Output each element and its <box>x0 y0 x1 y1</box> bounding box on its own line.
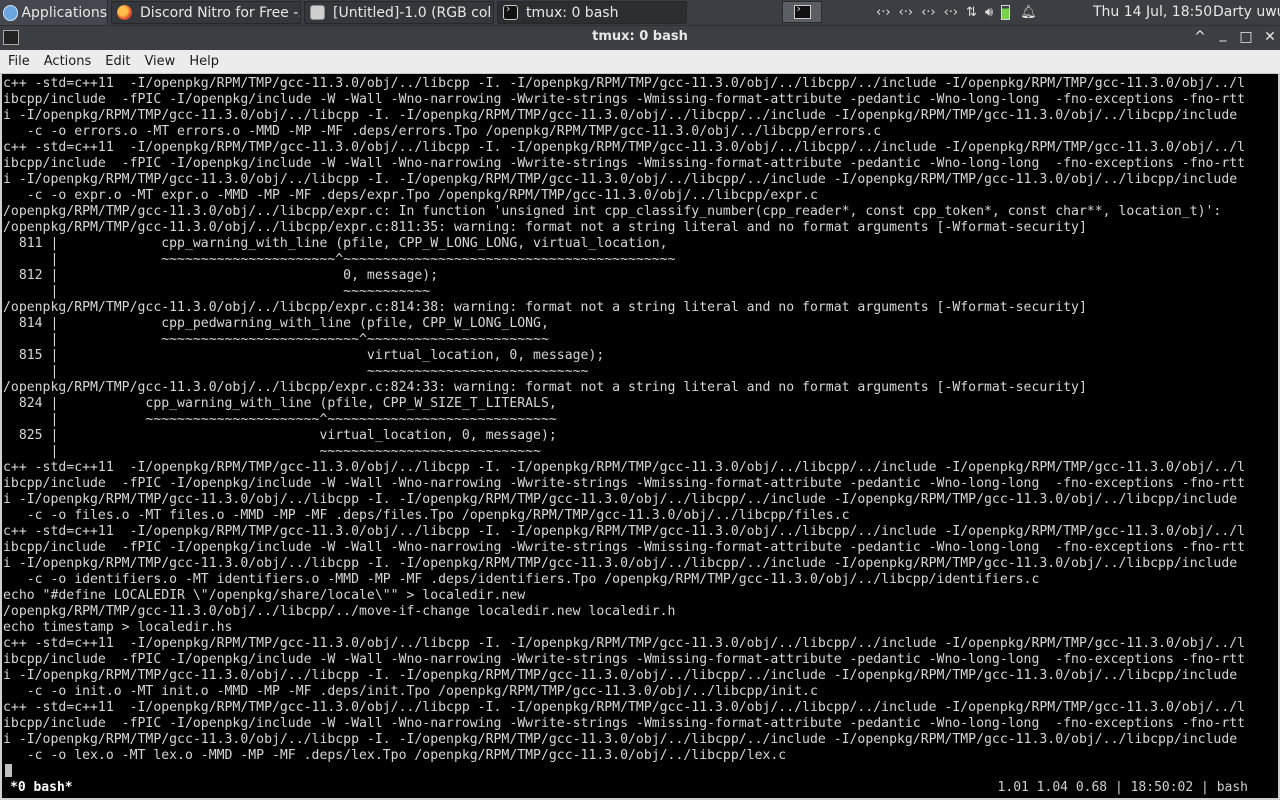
terminal-line: 812 | 0, message); <box>3 268 439 283</box>
window-switcher-button[interactable] <box>782 1 822 23</box>
taskbar-item-label: Discord Nitro for Free -... <box>140 4 301 21</box>
tmux-window-tab[interactable]: *0 bash* <box>10 780 73 795</box>
terminal-line: | ~~~~~~~~~~~~~~~~~~~~~~~~~^~~~~~~~~~~~~… <box>3 332 549 347</box>
volume-icon[interactable]: 🔊︎ <box>985 5 993 20</box>
terminal-line: 811 | cpp_warning_with_line (pfile, CPP_… <box>3 236 668 251</box>
terminal-line: c++ -std=c++11 -I/openpkg/RPM/TMP/gcc-11… <box>3 460 1246 475</box>
terminal-line: | ~~~~~~~~~~~~~~~~~~~~~~~~~~~~ <box>3 364 589 379</box>
terminal-line: ibcpp/include -fPIC -I/openpkg/include -… <box>3 652 1246 667</box>
applications-menu-button[interactable]: Applications <box>0 0 108 25</box>
terminal-line: c++ -std=c++11 -I/openpkg/RPM/TMP/gcc-11… <box>3 700 1246 715</box>
terminal-line: ibcpp/include -fPIC -I/openpkg/include -… <box>3 92 1246 107</box>
menu-help[interactable]: Help <box>183 54 225 69</box>
terminal-icon <box>503 2 518 20</box>
maximize-button[interactable]: □ <box>1238 29 1254 45</box>
terminal-line: /openpkg/RPM/TMP/gcc-11.3.0/obj/../libcp… <box>3 604 676 619</box>
gimp-icon <box>310 5 325 20</box>
terminal-line: i -I/openpkg/RPM/TMP/gcc-11.3.0/obj/../l… <box>3 492 1238 507</box>
terminal-line: | ~~~~~~~~~~~~~~~~~~~~~~~~~~~~ <box>3 444 541 459</box>
terminal-line: ibcpp/include -fPIC -I/openpkg/include -… <box>3 540 1246 555</box>
terminal-line: -c -o init.o -MT init.o -MMD -MP -MF .de… <box>3 684 818 699</box>
terminal-icon <box>793 2 811 19</box>
terminal-line: i -I/openpkg/RPM/TMP/gcc-11.3.0/obj/../l… <box>3 172 1238 187</box>
top-panel: Applications Discord Nitro for Free -...… <box>0 0 1280 25</box>
network-icon[interactable]: ‹·› <box>944 5 959 20</box>
terminal-output[interactable]: c++ -std=c++11 -I/openpkg/RPM/TMP/gcc-11… <box>0 74 1280 778</box>
terminal-line: /openpkg/RPM/TMP/gcc-11.3.0/obj/../libcp… <box>3 204 1222 219</box>
bell-icon[interactable]: 🔔︎ <box>1020 5 1037 20</box>
terminal-line: ibcpp/include -fPIC -I/openpkg/include -… <box>3 716 1246 731</box>
clock[interactable]: Thu 14 Jul, 18:50 <box>1093 4 1212 20</box>
taskbar-item-label: [Untitled]-1.0 (RGB col... <box>333 4 494 21</box>
terminal-line: ibcpp/include -fPIC -I/openpkg/include -… <box>3 476 1246 491</box>
menu-actions[interactable]: Actions <box>38 54 98 69</box>
terminal-line: i -I/openpkg/RPM/TMP/gcc-11.3.0/obj/../l… <box>3 108 1238 123</box>
network-icon[interactable]: ‹·› <box>899 5 914 20</box>
taskbar-item-label: tmux: 0 bash <box>526 4 619 21</box>
menu-file[interactable]: File <box>2 54 36 69</box>
firefox-icon <box>117 5 132 20</box>
battery-icon[interactable] <box>1001 5 1011 20</box>
terminal-line: -c -o identifiers.o -MT identifiers.o -M… <box>3 572 1040 587</box>
terminal-line: -c -o errors.o -MT errors.o -MMD -MP -MF… <box>3 124 882 139</box>
terminal-line: echo timestamp > localedir.hs <box>3 620 233 635</box>
terminal-line: c++ -std=c++11 -I/openpkg/RPM/TMP/gcc-11… <box>3 140 1246 155</box>
terminal-line: /openpkg/RPM/TMP/gcc-11.3.0/obj/../libcp… <box>3 380 1087 395</box>
terminal-line: 824 | cpp_warning_with_line (pfile, CPP_… <box>3 396 557 411</box>
terminal-line: echo "#define LOCALEDIR \"/openpkg/share… <box>3 588 526 603</box>
menu-bar: File Actions Edit View Help <box>0 50 1280 74</box>
window-titlebar[interactable]: tmux: 0 bash ^ _ □ ✕ <box>0 25 1280 50</box>
terminal-line: -c -o expr.o -MT expr.o -MMD -MP -MF .de… <box>3 188 818 203</box>
terminal-line: | ~~~~~~~~~~~~~~~~~~~~~~^~~~~~~~~~~~~~~~… <box>3 412 557 427</box>
menu-edit[interactable]: Edit <box>99 54 136 69</box>
terminal-line: 814 | cpp_pedwarning_with_line (pfile, C… <box>3 316 549 331</box>
terminal-line: c++ -std=c++11 -I/openpkg/RPM/TMP/gcc-11… <box>3 636 1246 651</box>
user-menu[interactable]: Darty uwu <box>1213 4 1280 20</box>
terminal-line: c++ -std=c++11 -I/openpkg/RPM/TMP/gcc-11… <box>3 524 1246 539</box>
terminal-line: /openpkg/RPM/TMP/gcc-11.3.0/obj/../libcp… <box>3 300 1087 315</box>
terminal-cursor <box>5 764 12 777</box>
terminal-line: 815 | virtual_location, 0, message); <box>3 348 605 363</box>
menu-view[interactable]: View <box>138 54 181 69</box>
taskbar-item-gimp[interactable]: [Untitled]-1.0 (RGB col... <box>304 1 494 24</box>
tmux-status-right: 1.01 1.04 0.68 | 18:50:02 | bash <box>997 780 1248 795</box>
terminal-line: | ~~~~~~~~~~~ <box>3 284 431 299</box>
window-title: tmux: 0 bash <box>592 29 688 44</box>
terminal-lines: c++ -std=c++11 -I/openpkg/RPM/TMP/gcc-11… <box>3 76 1278 764</box>
terminal-line: ibcpp/include -fPIC -I/openpkg/include -… <box>3 156 1246 171</box>
tmux-status-bar: *0 bash* 1.01 1.04 0.68 | 18:50:02 | bas… <box>0 778 1280 798</box>
terminal-line: /openpkg/RPM/TMP/gcc-11.3.0/obj/../libcp… <box>3 220 1087 235</box>
system-tray: ‹·› ‹·› ‹·› ‹·› ⇅ 🔊︎ 🔔︎ <box>876 0 1045 25</box>
terminal-line: i -I/openpkg/RPM/TMP/gcc-11.3.0/obj/../l… <box>3 732 1238 747</box>
restore-button[interactable]: ^ <box>1192 29 1208 45</box>
minimize-button[interactable]: _ <box>1215 26 1231 42</box>
terminal-line: i -I/openpkg/RPM/TMP/gcc-11.3.0/obj/../l… <box>3 556 1238 571</box>
updown-arrows-icon[interactable]: ⇅ <box>966 5 977 20</box>
terminal-line: -c -o lex.o -MT lex.o -MMD -MP -MF .deps… <box>3 748 787 763</box>
network-icon[interactable]: ‹·› <box>921 5 936 20</box>
terminal-line: -c -o files.o -MT files.o -MMD -MP -MF .… <box>3 508 850 523</box>
applications-label: Applications <box>21 4 107 21</box>
terminal-line: i -I/openpkg/RPM/TMP/gcc-11.3.0/obj/../l… <box>3 668 1238 683</box>
terminal-line: c++ -std=c++11 -I/openpkg/RPM/TMP/gcc-11… <box>3 76 1246 91</box>
applications-logo-icon <box>3 4 19 21</box>
terminal-line: | ~~~~~~~~~~~~~~~~~~~~~~^~~~~~~~~~~~~~~~… <box>3 252 676 267</box>
taskbar-item-terminal[interactable]: tmux: 0 bash <box>497 1 687 24</box>
close-button[interactable]: ✕ <box>1262 29 1278 45</box>
terminal-line: 825 | virtual_location, 0, message); <box>3 428 557 443</box>
taskbar-item-firefox[interactable]: Discord Nitro for Free -... <box>111 1 301 24</box>
network-icon[interactable]: ‹·› <box>876 5 891 20</box>
